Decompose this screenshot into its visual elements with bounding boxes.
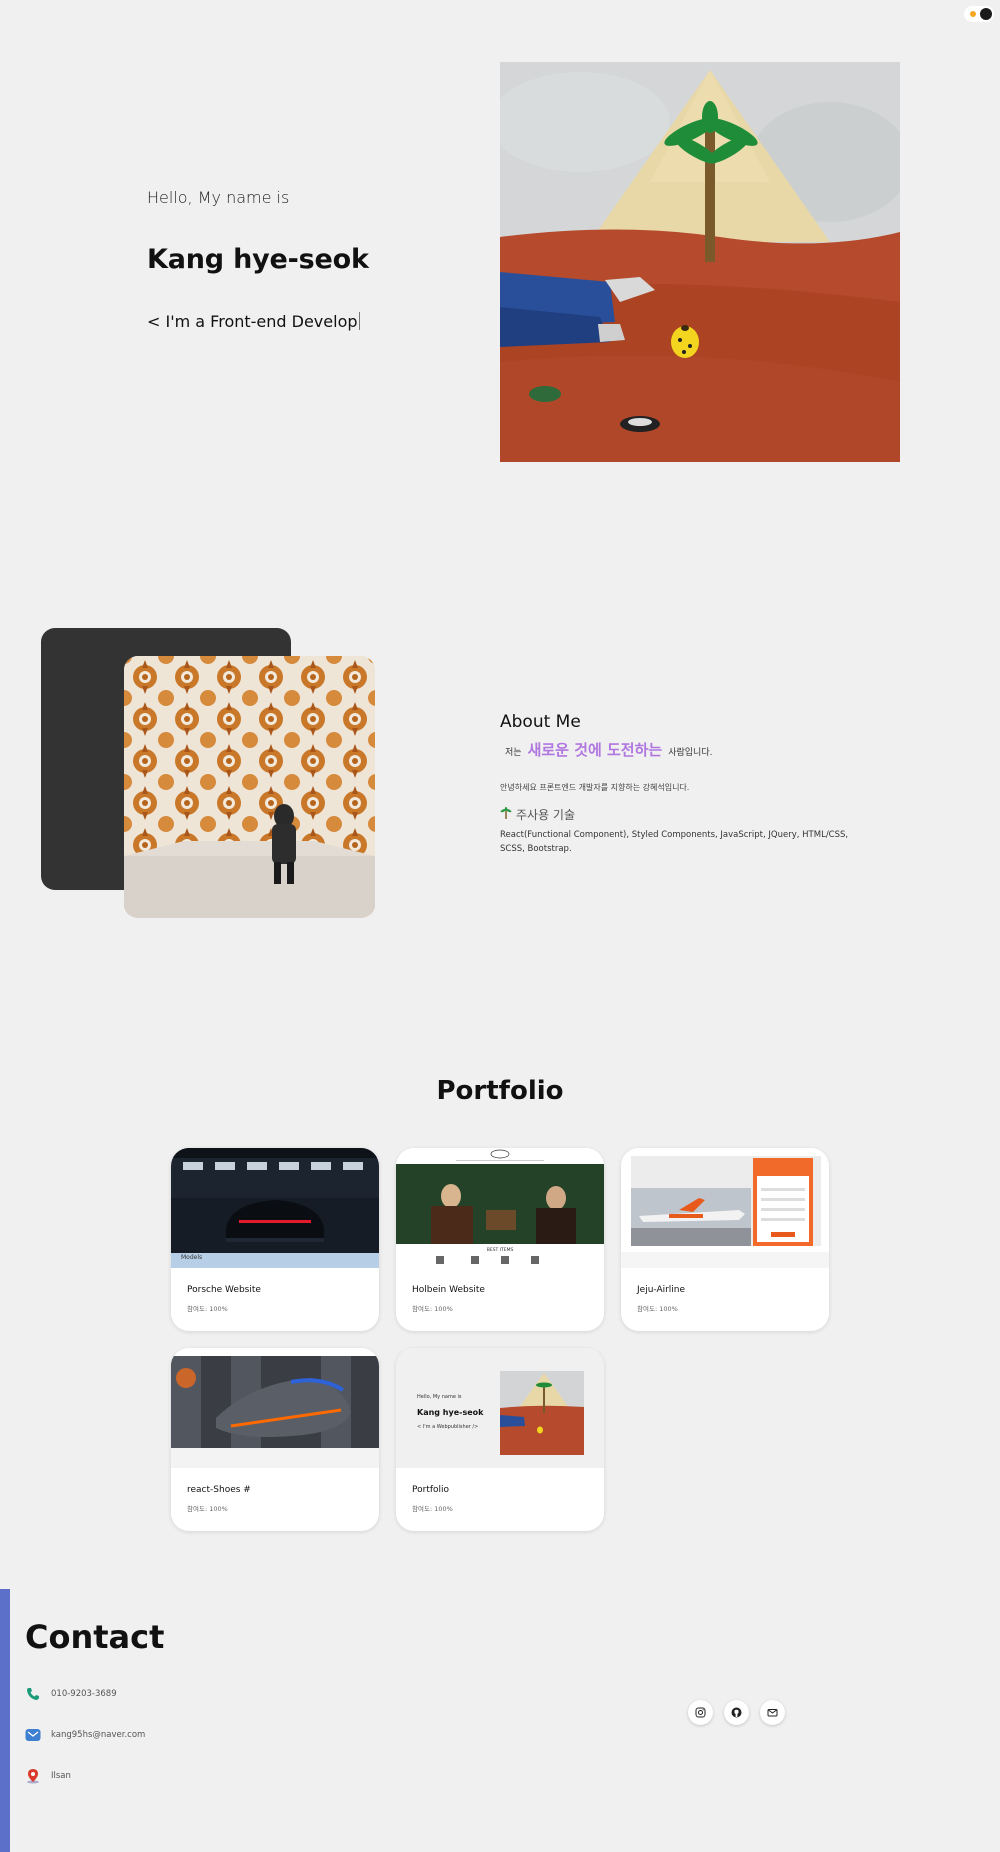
portfolio-title: Portfolio bbox=[436, 1076, 564, 1106]
portfolio-card-porsche[interactable]: Models Porsche Website 참여도: 100% bbox=[171, 1148, 379, 1331]
portfolio-card-portfolio[interactable]: Hello, My name is Kang hye-seok < I'm a … bbox=[396, 1348, 604, 1531]
card-desc: 참여도: 100% bbox=[412, 1505, 453, 1513]
contact-phone[interactable]: 010-9203-3689 bbox=[25, 1686, 117, 1702]
social-github[interactable] bbox=[724, 1700, 749, 1725]
jeju-thumbnail bbox=[621, 1148, 829, 1268]
mail-icon bbox=[767, 1703, 778, 1722]
holbein-thumbnail: BEST ITEMS bbox=[396, 1148, 604, 1268]
card-title: react-Shoes # bbox=[187, 1485, 251, 1495]
card-desc: 참여도: 100% bbox=[187, 1505, 228, 1513]
card-desc: 참여도: 100% bbox=[637, 1305, 678, 1313]
card-info: Porsche Website 참여도: 100% bbox=[171, 1269, 379, 1331]
social-instagram[interactable] bbox=[688, 1700, 713, 1725]
card-desc: 참여도: 100% bbox=[187, 1305, 228, 1313]
mail-icon bbox=[25, 1727, 41, 1743]
card-info: Holbein Website 참여도: 100% bbox=[396, 1269, 604, 1331]
porsche-thumb-caption: Models bbox=[181, 1254, 203, 1261]
instagram-icon bbox=[695, 1703, 706, 1722]
card-desc: 참여도: 100% bbox=[412, 1305, 453, 1313]
react-shoes-thumbnail bbox=[171, 1348, 379, 1468]
hero-typing-text: < I'm a Front-end Develop bbox=[147, 312, 360, 331]
typing-caret bbox=[358, 312, 360, 330]
toggle-knob bbox=[980, 8, 992, 20]
tagline-highlight: 새로운 것에 도전하는 bbox=[527, 741, 663, 759]
skills-title: 주사용 기술 bbox=[500, 806, 575, 823]
location-pin-icon bbox=[25, 1768, 41, 1784]
contact-email[interactable]: kang95hs@naver.com bbox=[25, 1727, 145, 1743]
about-tagline: 저는 새로운 것에 도전하는 사람입니다. bbox=[505, 739, 712, 760]
tagline-suffix: 사람입니다. bbox=[668, 748, 713, 758]
hero-painting bbox=[500, 62, 900, 462]
porsche-thumbnail: Models bbox=[171, 1148, 379, 1268]
palm-tree-icon bbox=[500, 807, 512, 822]
portfolio-card-holbein[interactable]: BEST ITEMS Holbein Website 참여도: 100% bbox=[396, 1148, 604, 1331]
portfolio-card-react-shoes[interactable]: react-Shoes # 참여도: 100% bbox=[171, 1348, 379, 1531]
card-info: Jeju-Airline 참여도: 100% bbox=[621, 1269, 829, 1331]
about-title: About Me bbox=[500, 712, 581, 732]
hero-greeting: Hello, My name is bbox=[147, 188, 290, 207]
mini-name: Kang hye-seok bbox=[417, 1408, 484, 1417]
skills-list: React(Functional Component), Styled Comp… bbox=[500, 830, 849, 854]
phone-icon bbox=[25, 1686, 41, 1702]
github-icon bbox=[731, 1703, 742, 1722]
card-title: Porsche Website bbox=[187, 1285, 261, 1295]
mini-painting bbox=[500, 1371, 584, 1455]
about-photo bbox=[124, 656, 375, 918]
card-info: react-Shoes # 참여도: 100% bbox=[171, 1469, 379, 1531]
card-info: Portfolio 참여도: 100% bbox=[396, 1469, 604, 1531]
portfolio-card-jeju-airline[interactable]: Jeju-Airline 참여도: 100% bbox=[621, 1148, 829, 1331]
card-title: Portfolio bbox=[412, 1485, 450, 1495]
holbein-thumb-caption: BEST ITEMS bbox=[486, 1248, 514, 1253]
card-title: Holbein Website bbox=[412, 1285, 485, 1295]
portfolio-thumbnail: Hello, My name is Kang hye-seok < I'm a … bbox=[396, 1348, 604, 1468]
theme-toggle[interactable] bbox=[964, 6, 994, 22]
card-title: Jeju-Airline bbox=[637, 1285, 686, 1295]
contact-title: Contact bbox=[25, 1618, 165, 1656]
mini-greeting: Hello, My name is bbox=[417, 1394, 462, 1400]
social-mail[interactable] bbox=[760, 1700, 785, 1725]
mini-typing: < I'm a Webpublisher /> bbox=[417, 1424, 479, 1430]
about-intro: 안녕하세요 프론트엔드 개발자를 지향하는 강혜석입니다. bbox=[500, 783, 690, 792]
tagline-prefix: 저는 bbox=[505, 748, 522, 758]
contact-location: Ilsan bbox=[25, 1768, 71, 1784]
hero-name: Kang hye-seok bbox=[147, 244, 369, 275]
sun-icon bbox=[970, 11, 976, 17]
contact-accent-bar bbox=[0, 1589, 10, 1852]
